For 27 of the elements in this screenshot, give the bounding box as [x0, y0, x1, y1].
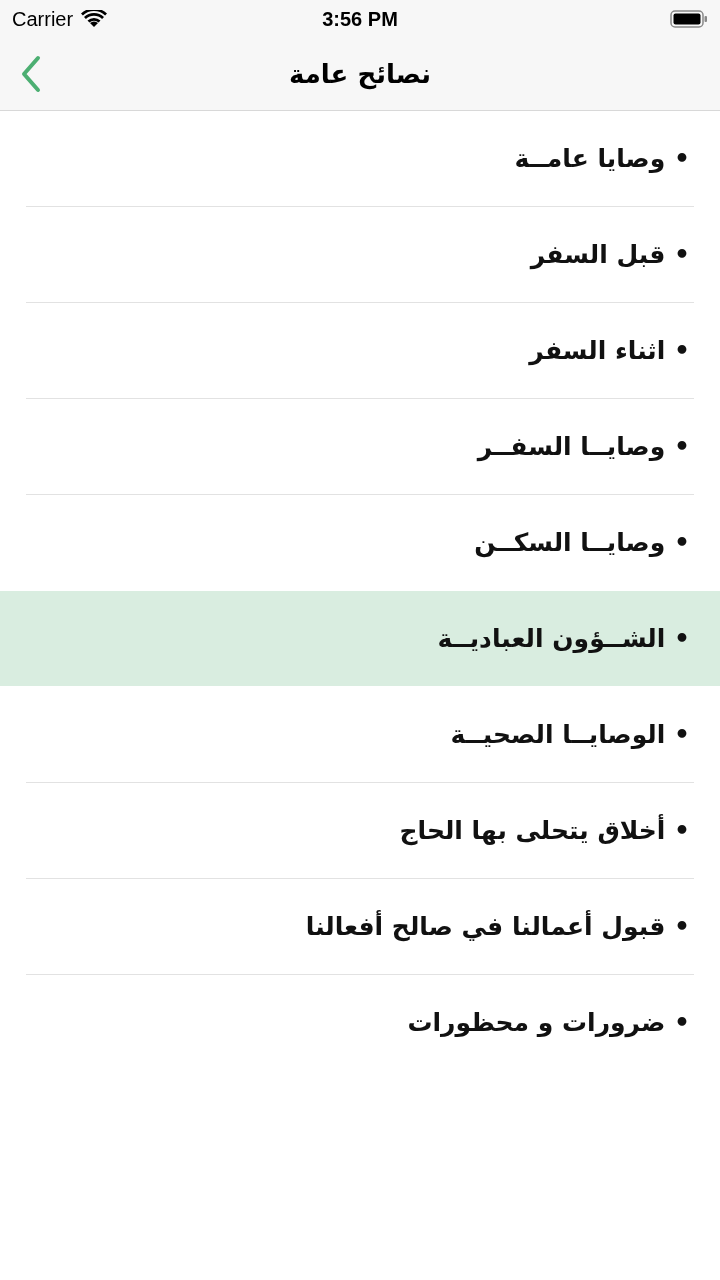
item-label: • قبول أعمالنا في صالح أفعالنا [305, 912, 690, 941]
back-button[interactable] [20, 55, 42, 93]
list-item[interactable]: • قبل السفر [0, 207, 720, 302]
chevron-left-icon [20, 55, 42, 93]
wifi-icon [81, 10, 108, 28]
item-label: • قبل السفر [530, 240, 690, 269]
item-label: • ضرورات و محظورات [407, 1008, 690, 1037]
item-label: • وصايــا السفــر [477, 432, 690, 461]
list-item[interactable]: • وصايــا السكــن [0, 495, 720, 590]
list-item[interactable]: • أخلاق يتحلى بها الحاج [0, 783, 720, 878]
list-item[interactable]: • الشــؤون العباديــة [0, 591, 720, 686]
item-label: • الوصايــا الصحيــة [450, 720, 690, 749]
item-label: • وصايا عامــة [514, 144, 690, 173]
list-item[interactable]: • الوصايــا الصحيــة [0, 687, 720, 782]
item-label: • وصايــا السكــن [474, 528, 690, 557]
screen-title: نصائح عامة [288, 59, 432, 89]
item-label: • أخلاق يتحلى بها الحاج [399, 816, 690, 845]
list-item[interactable]: • وصايــا السفــر [0, 399, 720, 494]
carrier-label: Carrier [12, 7, 74, 31]
list-item[interactable]: • قبول أعمالنا في صالح أفعالنا [0, 879, 720, 974]
list-item[interactable]: • ضرورات و محظورات [0, 975, 720, 1070]
item-label: • اثناء السفر [529, 336, 690, 365]
list-item[interactable]: • اثناء السفر [0, 303, 720, 398]
battery-icon [670, 10, 708, 28]
clock-time: 3:56 PM [322, 7, 398, 31]
item-label: • الشــؤون العباديــة [437, 624, 690, 653]
list-item[interactable]: • وصايا عامــة [0, 111, 720, 206]
